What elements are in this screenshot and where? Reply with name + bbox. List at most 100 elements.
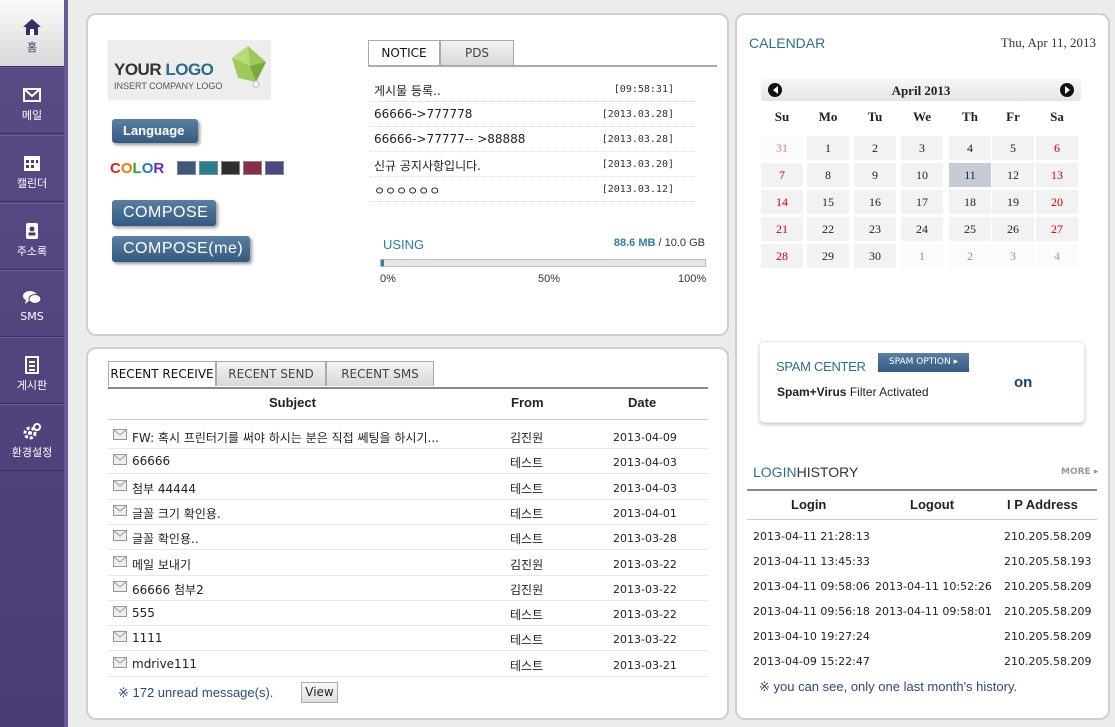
notice-date: [2013.03.28] xyxy=(601,134,674,145)
table-row[interactable]: 66666 테스트 2013-04-03 xyxy=(108,449,708,475)
tab-recent-receive[interactable]: RECENT RECEIVE xyxy=(108,361,216,386)
calendar-day[interactable]: 3 xyxy=(992,244,1034,268)
sidebar-item-home[interactable]: 홈 xyxy=(0,0,64,67)
view-button[interactable]: View xyxy=(301,682,338,703)
next-month-icon[interactable] xyxy=(1060,83,1074,97)
mail-subject[interactable]: 글꼴 크기 확인용. xyxy=(132,505,221,522)
mail-subject[interactable]: 글꼴 확인용.. xyxy=(132,530,199,547)
login-time: 2013-04-10 19:27:24 xyxy=(753,630,870,643)
compose-me-button[interactable]: COMPOSE(me) xyxy=(112,236,250,262)
calendar-day[interactable]: 15 xyxy=(807,190,849,214)
compose-button[interactable]: COMPOSE xyxy=(112,200,216,226)
table-row[interactable]: 66666 첨부2 김진원 2013-03-22 xyxy=(108,576,708,601)
mail-subject[interactable]: 첨부 44444 xyxy=(132,480,196,497)
chat-icon xyxy=(23,291,42,304)
calendar-day[interactable]: 3 xyxy=(901,136,943,160)
calendar-day[interactable]: 13 xyxy=(1036,163,1078,187)
calendar-day[interactable]: 7 xyxy=(761,163,803,187)
calendar-day[interactable]: 4 xyxy=(949,136,991,160)
calendar-day[interactable]: 27 xyxy=(1036,217,1078,241)
summary-panel: YOUR LOGO INSERT COMPANY LOGO Language C… xyxy=(86,13,729,336)
spam-option-button[interactable]: SPAM OPTION ▸ xyxy=(878,353,969,372)
calendar-day[interactable]: 25 xyxy=(949,217,991,241)
gear-icon xyxy=(23,423,41,440)
notice-row[interactable]: ㅇㅇㅇㅇㅇㅇ [2013.03.12] xyxy=(370,177,696,202)
sidebar-item-address-book[interactable]: 주소록 xyxy=(0,203,64,270)
calendar-day[interactable]: 17 xyxy=(901,190,943,214)
calendar-day[interactable]: 1 xyxy=(807,136,849,160)
table-row[interactable]: 글꼴 확인용.. 테스트 2013-03-28 xyxy=(108,525,708,551)
sidebar-item-board[interactable]: 게시판 xyxy=(0,337,64,404)
calendar-day[interactable]: 8 xyxy=(807,163,849,187)
mail-subject[interactable]: 66666 xyxy=(132,454,170,468)
home-icon xyxy=(23,19,41,35)
notice-row[interactable]: 신규 공지사항입니다. [2013.03.20] xyxy=(370,152,696,177)
calendar-day[interactable]: 1 xyxy=(901,244,943,268)
weekday-label: We xyxy=(912,109,932,124)
table-row[interactable]: 첨부 44444 테스트 2013-04-03 xyxy=(108,475,708,500)
calendar-day[interactable]: 30 xyxy=(854,244,896,268)
usage-tick: 0% xyxy=(380,273,396,285)
sidebar-item-settings[interactable]: 환경설정 xyxy=(0,404,64,471)
sidebar-item-mail[interactable]: 메일 xyxy=(0,67,64,134)
notice-row[interactable]: 66666->77777-- >88888 [2013.03.28] xyxy=(370,127,696,152)
mail-subject[interactable]: 1111 xyxy=(132,631,163,645)
tab-recent-sms[interactable]: RECENT SMS xyxy=(326,361,434,386)
notice-row[interactable]: 66666->777778 [2013.03.28] xyxy=(370,102,696,127)
column-header-subject: Subject xyxy=(269,395,316,410)
calendar-day[interactable]: 11 xyxy=(949,163,991,187)
previous-month-icon[interactable] xyxy=(768,83,782,97)
calendar-day[interactable]: 21 xyxy=(761,217,803,241)
color-swatch[interactable] xyxy=(177,161,196,175)
calendar-day[interactable]: 20 xyxy=(1036,190,1078,214)
calendar-day[interactable]: 4 xyxy=(1036,244,1078,268)
table-row[interactable]: 1111 테스트 2013-03-22 xyxy=(108,626,708,652)
recent-mail-panel: RECENT RECEIVE RECENT SEND RECENT SMS Su… xyxy=(86,347,729,720)
calendar-day[interactable]: 2 xyxy=(854,136,896,160)
calendar-day[interactable]: 18 xyxy=(949,190,991,214)
calendar-day[interactable]: 19 xyxy=(992,190,1034,214)
notice-row[interactable]: 게시물 등록.. [09:58:31] xyxy=(370,77,696,102)
mail-icon xyxy=(23,88,41,102)
tab-recent-send[interactable]: RECENT SEND xyxy=(216,361,326,386)
table-row[interactable]: 메일 보내기 김진원 2013-03-22 xyxy=(108,551,708,576)
calendar-day[interactable]: 22 xyxy=(807,217,849,241)
calendar-day[interactable]: 14 xyxy=(761,190,803,214)
sidebar-item-calendar[interactable]: 캘린더 xyxy=(0,135,64,202)
color-swatch[interactable] xyxy=(221,161,240,175)
mail-subject[interactable]: 66666 첨부2 xyxy=(132,581,204,598)
calendar-day[interactable]: 29 xyxy=(807,244,849,268)
color-swatch[interactable] xyxy=(199,161,218,175)
mail-subject[interactable]: mdrive111 xyxy=(132,657,197,671)
mail-date: 2013-03-22 xyxy=(613,608,677,622)
mail-subject[interactable]: 메일 보내기 xyxy=(132,556,191,573)
mail-subject[interactable]: 555 xyxy=(132,606,155,620)
mail-subject[interactable]: FW: 혹시 프린터기를 써야 하시는 분은 직접 쎄팅을 하시기... xyxy=(132,429,439,446)
color-swatch[interactable] xyxy=(265,161,284,175)
tab-notice[interactable]: NOTICE xyxy=(368,40,440,65)
calendar-day[interactable]: 26 xyxy=(992,217,1034,241)
more-link[interactable]: MORE ▸ xyxy=(1061,467,1098,477)
calendar-month-label: April 2013 xyxy=(891,83,951,98)
tab-pds[interactable]: PDS xyxy=(440,40,514,65)
calendar-day[interactable]: 24 xyxy=(901,217,943,241)
calendar-day[interactable]: 28 xyxy=(761,244,803,268)
calendar-day[interactable]: 2 xyxy=(949,244,991,268)
table-row[interactable]: 글꼴 크기 확인용. 테스트 2013-04-01 xyxy=(108,500,708,525)
calendar-day[interactable]: 6 xyxy=(1036,136,1078,160)
table-row[interactable]: 555 테스트 2013-03-22 xyxy=(108,601,708,627)
calendar-day[interactable]: 10 xyxy=(901,163,943,187)
sidebar-item-sms[interactable]: SMS xyxy=(0,270,64,337)
mail-from: 테스트 xyxy=(510,481,544,496)
right-panel: CALENDAR Thu, Apr 11, 2013 April 2013 Su… xyxy=(735,13,1110,720)
language-button[interactable]: Language xyxy=(112,119,198,143)
calendar-day[interactable]: 31 xyxy=(761,136,803,160)
table-row[interactable]: FW: 혹시 프린터기를 써야 하시는 분은 직접 쎄팅을 하시기... 김진원 2… xyxy=(108,424,708,449)
calendar-day[interactable]: 12 xyxy=(992,163,1034,187)
color-swatch[interactable] xyxy=(243,161,262,175)
calendar-day[interactable]: 9 xyxy=(854,163,896,187)
calendar-day[interactable]: 16 xyxy=(854,190,896,214)
table-row[interactable]: mdrive111 테스트 2013-03-21 xyxy=(108,652,708,677)
calendar-day[interactable]: 5 xyxy=(992,136,1034,160)
calendar-day[interactable]: 23 xyxy=(854,217,896,241)
